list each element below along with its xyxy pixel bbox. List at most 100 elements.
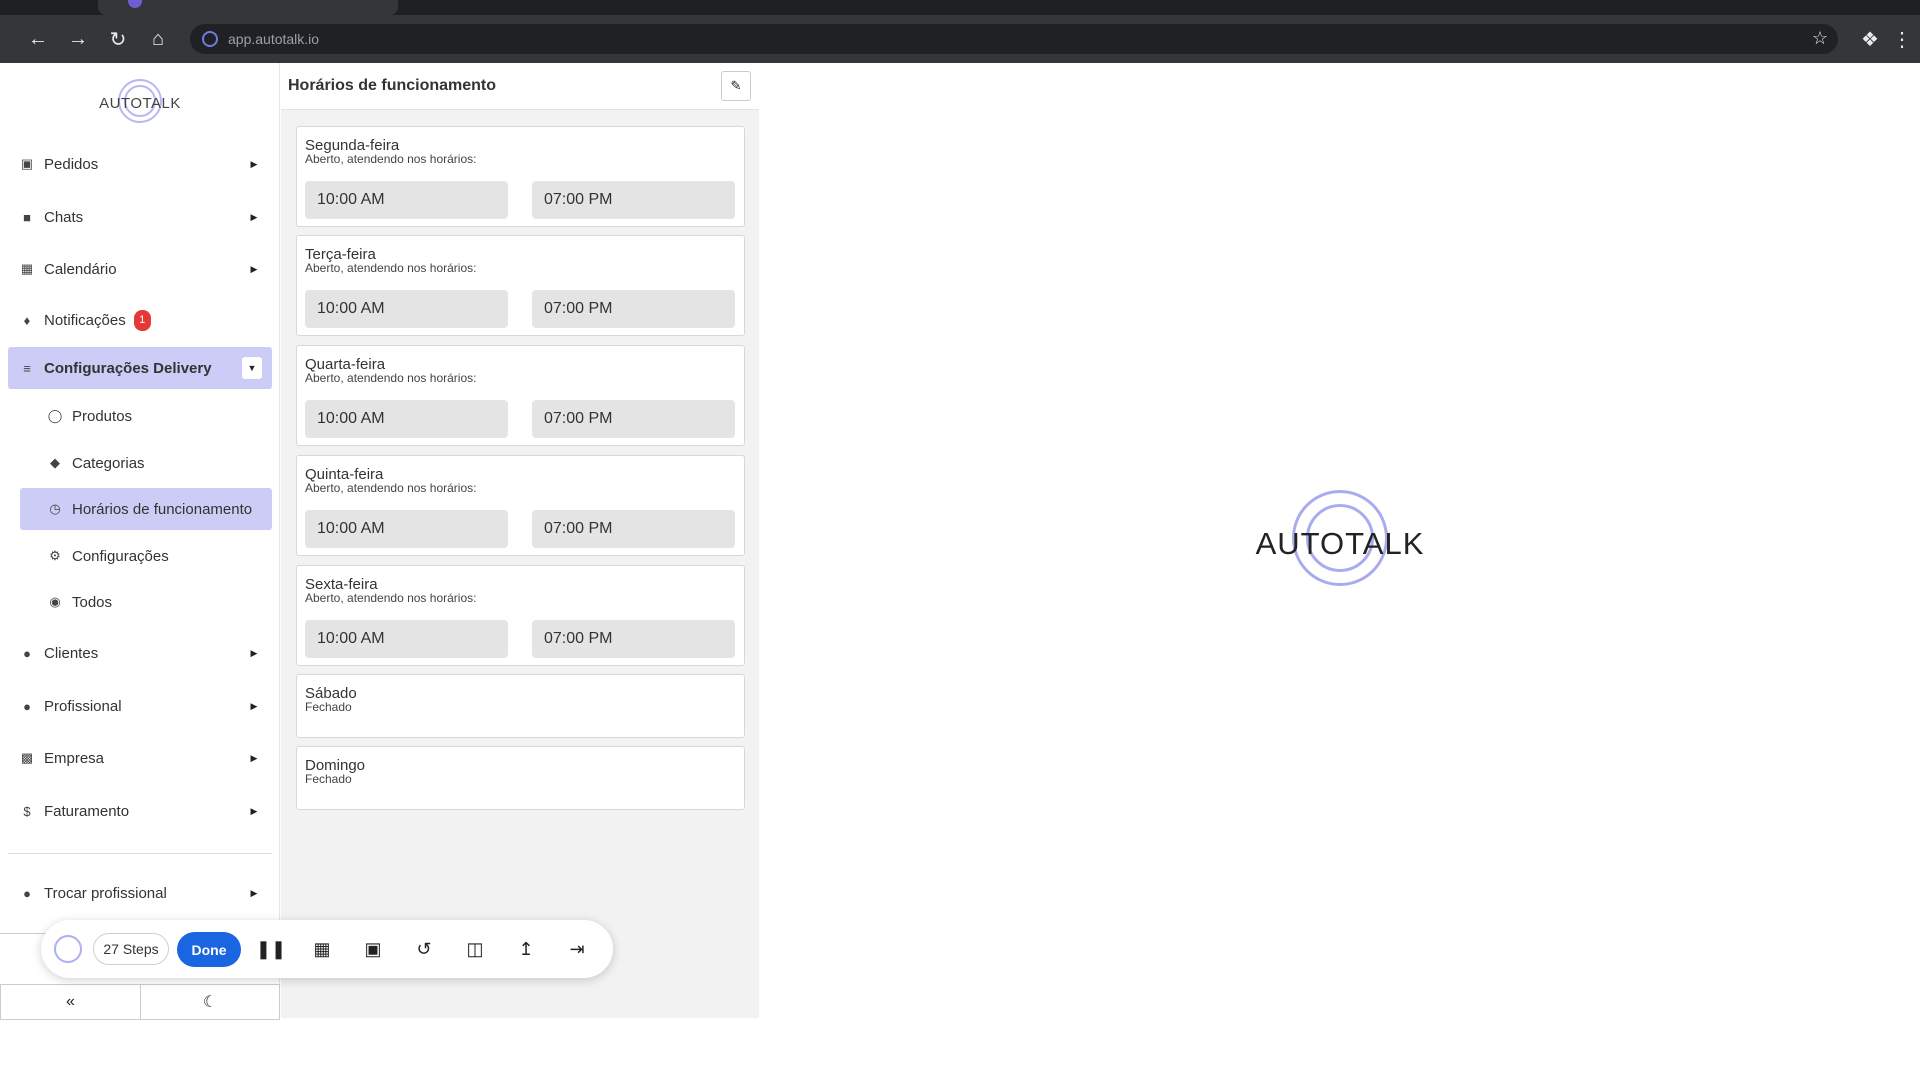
day-status: Aberto, atendendo nos horários:: [305, 371, 477, 385]
recorder-logo-icon[interactable]: [54, 935, 82, 963]
sidebar-item-label: Empresa: [44, 749, 105, 767]
open-time-field[interactable]: 10:00 AM: [305, 400, 508, 438]
edit-button[interactable]: ✎: [721, 71, 751, 101]
sidebar-item-pedidos[interactable]: ▣ Pedidos ▶: [8, 143, 272, 185]
loading-logo: AUTOTALK: [1255, 490, 1425, 590]
calendar-icon: ▦: [20, 261, 34, 276]
sidebar-item-notificacoes[interactable]: ♦ Notificações 1: [8, 299, 272, 341]
site-icon: [202, 31, 218, 47]
sidebar-item-label: Clientes: [44, 644, 99, 662]
splash-logo-text: AUTOTALK: [1255, 526, 1425, 561]
close-time-field[interactable]: 07:00 PM: [532, 510, 735, 548]
sidebar-item-label: Chats: [44, 208, 84, 226]
caret-right-icon[interactable]: ▶: [246, 156, 262, 172]
upload-arrow-icon[interactable]: ↥: [511, 934, 541, 964]
dark-mode-moon-icon[interactable]: ☾: [140, 984, 280, 1020]
done-button[interactable]: Done: [177, 932, 241, 967]
browser-tab-strip: [0, 0, 1920, 15]
sidebar-item-faturamento[interactable]: $ Faturamento ▶: [8, 790, 272, 832]
close-time-field[interactable]: 07:00 PM: [532, 181, 735, 219]
open-time-field[interactable]: 10:00 AM: [305, 181, 508, 219]
sidebar-subitem-produtos[interactable]: ◯ Produtos: [20, 395, 272, 437]
browser-toolbar: ← → ↻ ⌂ app.autotalk.io ☆ ❖ ⋮: [0, 15, 1920, 63]
clipboard-icon: ▣: [20, 156, 34, 171]
caret-right-icon[interactable]: ▶: [246, 261, 262, 277]
panel-header: Horários de funcionamento ✎: [281, 63, 759, 110]
day-card-sabado: Sábado Fechado: [296, 674, 745, 738]
address-bar[interactable]: app.autotalk.io ☆: [190, 24, 1838, 54]
steps-counter[interactable]: 27 Steps: [93, 933, 169, 965]
undo-icon[interactable]: ↺: [409, 934, 439, 964]
sidebar-subitem-todos[interactable]: ◉ Todos: [20, 581, 272, 623]
sidebar-subitem-categorias[interactable]: ◆ Categorias: [20, 442, 272, 484]
day-card-quinta: Quinta-feira Aberto, atendendo nos horár…: [296, 455, 745, 556]
collapse-sidebar-icon[interactable]: «: [0, 984, 141, 1020]
logo-text: AUTOTALK: [99, 95, 181, 112]
bottle-icon: ◯: [47, 408, 63, 423]
address-url: app.autotalk.io: [228, 31, 320, 47]
sidebar-divider: [8, 853, 272, 854]
browser-menu-icon[interactable]: ⋮: [1888, 25, 1916, 53]
skip-to-end-icon[interactable]: ⇥: [562, 934, 592, 964]
gear-icon: ⚙: [49, 548, 61, 563]
caret-right-icon[interactable]: ▶: [246, 750, 262, 766]
browser-tab[interactable]: [98, 0, 398, 15]
sidebar-item-label: Notificações: [44, 311, 126, 329]
business-hours-panel: Horários de funcionamento ✎ Segunda-feir…: [281, 63, 759, 1018]
bell-icon: ♦: [23, 312, 31, 328]
sidebar-subitem-label: Horários de funcionamento: [72, 500, 253, 518]
sidebar-item-label: Calendário: [44, 260, 117, 278]
sidebar-item-configuracoes-delivery[interactable]: ≡ Configurações Delivery ▼: [8, 347, 272, 389]
sidebar-item-chats[interactable]: ■ Chats ▶: [8, 196, 272, 238]
caret-right-icon[interactable]: ▶: [246, 209, 262, 225]
sidebar-subitem-label: Categorias: [72, 454, 145, 472]
image-icon[interactable]: ▣: [358, 934, 388, 964]
users-icon: ●: [23, 645, 31, 661]
notification-badge: 1: [133, 309, 151, 331]
sidebar-subitem-configuracoes[interactable]: ⚙ Configurações: [20, 535, 272, 577]
day-card-terca: Terça-feira Aberto, atendendo nos horári…: [296, 235, 745, 336]
user-gear-icon: ●: [23, 698, 31, 714]
close-time-field[interactable]: 07:00 PM: [532, 620, 735, 658]
sidebar-subitem-label: Todos: [72, 593, 113, 611]
building-icon: ▩: [20, 750, 34, 765]
trash-icon[interactable]: ◫: [460, 934, 490, 964]
recorder-toolbar: 27 Steps Done ❚❚ ▦ ▣ ↺ ◫ ↥ ⇥: [41, 920, 613, 978]
open-time-field[interactable]: 10:00 AM: [305, 290, 508, 328]
tag-icon: ◆: [50, 455, 60, 470]
sidebar-item-calendario[interactable]: ▦ Calendário ▶: [8, 248, 272, 290]
caret-right-icon[interactable]: ▶: [246, 698, 262, 714]
day-status: Fechado: [305, 772, 352, 786]
blur-icon[interactable]: ▦: [307, 934, 337, 964]
caret-right-icon[interactable]: ▶: [246, 885, 262, 901]
back-icon[interactable]: ←: [24, 25, 52, 53]
open-time-field[interactable]: 10:00 AM: [305, 510, 508, 548]
extensions-icon[interactable]: ❖: [1856, 25, 1884, 53]
day-status: Aberto, atendendo nos horários:: [305, 481, 477, 495]
close-time-field[interactable]: 07:00 PM: [532, 290, 735, 328]
dollar-icon: $: [23, 803, 31, 819]
caret-down-icon[interactable]: ▼: [242, 357, 262, 379]
reload-icon[interactable]: ↻: [104, 25, 132, 53]
home-icon[interactable]: ⌂: [144, 25, 172, 53]
caret-right-icon[interactable]: ▶: [246, 645, 262, 661]
bookmark-star-icon[interactable]: ☆: [1812, 28, 1828, 49]
day-status: Aberto, atendendo nos horários:: [305, 591, 477, 605]
sidebar-subitem-horarios[interactable]: ◷ Horários de funcionamento: [20, 488, 272, 530]
pause-icon[interactable]: ❚❚: [256, 934, 286, 964]
users-cog-icon: ●: [23, 885, 31, 901]
open-time-field[interactable]: 10:00 AM: [305, 620, 508, 658]
tab-favicon: [128, 0, 142, 8]
sidebar-item-label: Faturamento: [44, 802, 130, 820]
sliders-icon: ≡: [23, 360, 31, 376]
sidebar-item-profissional[interactable]: ● Profissional ▶: [8, 685, 272, 727]
sidebar-item-trocar-profissional[interactable]: ● Trocar profissional ▶: [8, 872, 272, 914]
close-time-field[interactable]: 07:00 PM: [532, 400, 735, 438]
day-card-segunda: Segunda-feira Aberto, atendendo nos horá…: [296, 126, 745, 227]
sidebar-item-clientes[interactable]: ● Clientes ▶: [8, 632, 272, 674]
forward-icon[interactable]: →: [64, 25, 92, 53]
caret-right-icon[interactable]: ▶: [246, 803, 262, 819]
sidebar-item-label: Profissional: [44, 697, 122, 715]
sidebar-item-empresa[interactable]: ▩ Empresa ▶: [8, 737, 272, 779]
sidebar-item-label: Configurações Delivery: [44, 359, 212, 377]
